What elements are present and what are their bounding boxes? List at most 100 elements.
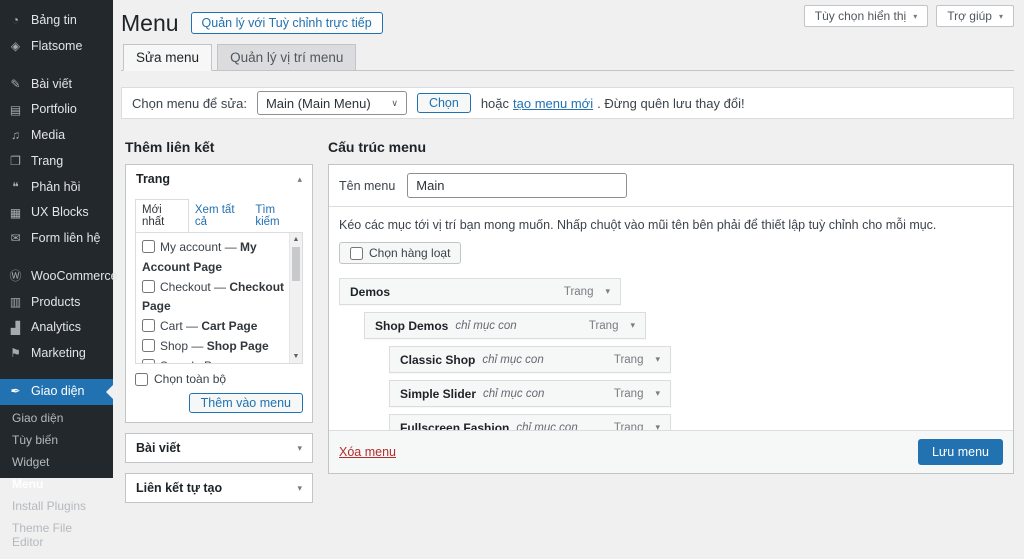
screen-options-button[interactable]: Tùy chọn hiển thị ▾ bbox=[804, 5, 928, 27]
products-box-icon: ▥ bbox=[8, 296, 23, 309]
select-all-row[interactable]: Chọn toàn bộ bbox=[135, 372, 303, 386]
tab-view-all[interactable]: Xem tất cả bbox=[189, 200, 249, 232]
appearance-submenu: Giao diện Tùy biến Widget Menu Install P… bbox=[0, 405, 113, 559]
page-checkbox-item[interactable]: Checkout — Checkout Page bbox=[142, 278, 286, 318]
sidebar-item-products[interactable]: ▥ Products bbox=[0, 290, 113, 316]
help-button[interactable]: Trợ giúp ▾ bbox=[936, 5, 1014, 27]
menu-structure-heading: Cấu trúc menu bbox=[328, 139, 1014, 155]
submenu-item-themes[interactable]: Giao diện bbox=[0, 407, 113, 429]
menu-item-fullscreen-fashion[interactable]: Fullscreen Fashion chỉ mục con Trang ▾ bbox=[389, 414, 671, 430]
add-to-menu-button[interactable]: Thêm vào menu bbox=[189, 393, 303, 413]
caret-down-icon: ▾ bbox=[297, 483, 302, 494]
sidebar-item-comments[interactable]: ❝ Phản hồi bbox=[0, 175, 113, 201]
tab-edit-menus[interactable]: Sửa menu bbox=[123, 44, 212, 71]
sidebar-item-pages[interactable]: ❐ Trang bbox=[0, 149, 113, 175]
sidebar-item-label: Flatsome bbox=[31, 40, 82, 54]
sidebar-item-label: UX Blocks bbox=[31, 206, 89, 220]
sidebar-item-flatsome[interactable]: ◈ Flatsome bbox=[0, 34, 113, 60]
sub-item-label: chỉ mục con bbox=[516, 422, 577, 431]
sidebar-item-analytics[interactable]: ▟ Analytics bbox=[0, 315, 113, 341]
sidebar-item-media[interactable]: ♫ Media bbox=[0, 123, 113, 149]
page-checkbox-item[interactable]: Cart — Cart Page bbox=[142, 317, 286, 337]
custom-links-accordion-title: Liên kết tự tạo bbox=[136, 481, 222, 495]
posts-pin-icon: ✎ bbox=[8, 78, 23, 91]
posts-accordion-title: Bài viết bbox=[136, 441, 180, 455]
sidebar-item-contact-form[interactable]: ✉ Form liên hệ bbox=[0, 226, 113, 252]
menu-name-input[interactable] bbox=[407, 173, 627, 198]
save-menu-button[interactable]: Lưu menu bbox=[918, 439, 1003, 465]
sidebar-item-label: Portfolio bbox=[31, 103, 77, 117]
select-menu-button[interactable]: Chọn bbox=[417, 93, 471, 113]
scrollbar-thumb[interactable] bbox=[292, 247, 300, 281]
menu-item-demos[interactable]: Demos Trang ▾ bbox=[339, 278, 621, 305]
select-all-checkbox[interactable] bbox=[135, 373, 148, 386]
page-checkbox-item[interactable]: Sample Page bbox=[142, 357, 286, 364]
submenu-item-customize[interactable]: Tùy biến bbox=[0, 429, 113, 451]
bulk-select-checkbox[interactable] bbox=[350, 247, 363, 260]
delete-menu-link[interactable]: Xóa menu bbox=[339, 445, 396, 459]
sidebar-item-appearance[interactable]: ✒ Giao diện bbox=[0, 379, 113, 405]
tab-most-recent[interactable]: Mới nhất bbox=[135, 199, 189, 233]
sidebar-item-posts[interactable]: ✎ Bài viết bbox=[0, 72, 113, 98]
page-checkbox[interactable] bbox=[142, 359, 155, 364]
menu-select[interactable]: Main (Main Menu) ∨ bbox=[257, 91, 407, 115]
menu-structure-column: Cấu trúc menu Tên menu Kéo các mục tới v… bbox=[328, 139, 1014, 474]
sidebar-item-dashboard[interactable]: ◔ Bảng tin bbox=[0, 8, 113, 34]
add-links-heading: Thêm liên kết bbox=[125, 139, 313, 155]
posts-accordion-header[interactable]: Bài viết ▾ bbox=[126, 434, 312, 462]
sidebar-item-marketing[interactable]: ⚑ Marketing bbox=[0, 341, 113, 367]
envelope-icon: ✉ bbox=[8, 232, 23, 245]
page-checkbox[interactable] bbox=[142, 240, 155, 253]
sidebar-item-label: Bảng tin bbox=[31, 14, 77, 28]
appearance-brush-icon: ✒ bbox=[8, 385, 23, 398]
list-scrollbar[interactable]: ▲ ▼ bbox=[289, 233, 302, 363]
pages-accordion-header[interactable]: Trang ▴ bbox=[126, 165, 312, 193]
caret-down-icon[interactable]: ▾ bbox=[655, 354, 660, 365]
page-checkbox[interactable] bbox=[142, 339, 155, 352]
page-checkbox-item[interactable]: Shop — Shop Page bbox=[142, 337, 286, 357]
tab-search[interactable]: Tìm kiếm bbox=[249, 200, 303, 232]
admin-sidebar: ◔ Bảng tin ◈ Flatsome ✎ Bài viết ▤ Portf… bbox=[0, 0, 113, 478]
sidebar-item-label: Marketing bbox=[31, 347, 86, 361]
help-label: Trợ giúp bbox=[947, 9, 992, 23]
menu-select-bar: Chọn menu để sửa: Main (Main Menu) ∨ Chọ… bbox=[121, 87, 1014, 119]
caret-down-icon: ▾ bbox=[297, 443, 302, 454]
menu-select-value: Main (Main Menu) bbox=[266, 96, 371, 111]
scroll-up-icon[interactable]: ▲ bbox=[290, 233, 302, 246]
caret-down-icon[interactable]: ▾ bbox=[630, 320, 635, 331]
scroll-down-icon[interactable]: ▼ bbox=[290, 350, 302, 363]
sidebar-item-label: Media bbox=[31, 129, 65, 143]
manage-with-customizer-button[interactable]: Quản lý với Tuỳ chỉnh trực tiếp bbox=[191, 12, 383, 34]
menu-name-row: Tên menu bbox=[329, 165, 1013, 207]
pages-accordion: Trang ▴ Mới nhất Xem tất cả Tìm kiếm My … bbox=[125, 164, 313, 423]
caret-down-icon: ▾ bbox=[999, 12, 1003, 21]
sidebar-item-label: Trang bbox=[31, 155, 63, 169]
caret-down-icon[interactable]: ▾ bbox=[655, 388, 660, 399]
page-checkbox[interactable] bbox=[142, 280, 155, 293]
caret-down-icon[interactable]: ▾ bbox=[655, 422, 660, 430]
sidebar-item-woocommerce[interactable]: Ⓦ WooCommerce bbox=[0, 264, 113, 290]
sidebar-item-ux-blocks[interactable]: ▦ UX Blocks bbox=[0, 200, 113, 226]
page-checkbox[interactable] bbox=[142, 319, 155, 332]
submenu-item-install-plugins[interactable]: Install Plugins bbox=[0, 495, 113, 517]
sidebar-item-label: WooCommerce bbox=[31, 270, 118, 284]
create-new-menu-link[interactable]: tạo menu mới bbox=[513, 96, 593, 111]
menu-item-type-label: Trang bbox=[564, 286, 594, 298]
tab-manage-locations[interactable]: Quản lý vị trí menu bbox=[217, 44, 356, 71]
menu-item-shop-demos[interactable]: Shop Demos chỉ mục con Trang ▾ bbox=[364, 312, 646, 339]
submenu-item-menus[interactable]: Menu bbox=[0, 473, 113, 495]
woocommerce-badge-icon: Ⓦ bbox=[8, 270, 23, 283]
menu-item-classic-shop[interactable]: Classic Shop chỉ mục con Trang ▾ bbox=[389, 346, 671, 373]
add-menu-items-column: Thêm liên kết Trang ▴ Mới nhất Xem tất c… bbox=[121, 139, 313, 503]
menu-panel-footer: Xóa menu Lưu menu bbox=[329, 430, 1013, 473]
page-label: Checkout — bbox=[160, 280, 229, 294]
page-checkbox-item[interactable]: My account — My Account Page bbox=[142, 238, 286, 278]
submenu-item-theme-file-editor[interactable]: Theme File Editor bbox=[0, 517, 113, 553]
bulk-select-toggle[interactable]: Chọn hàng loạt bbox=[339, 242, 461, 264]
menu-item-type-label: Trang bbox=[614, 388, 644, 400]
custom-links-accordion-header[interactable]: Liên kết tự tạo ▾ bbox=[126, 474, 312, 502]
menu-item-simple-slider[interactable]: Simple Slider chỉ mục con Trang ▾ bbox=[389, 380, 671, 407]
sidebar-item-portfolio[interactable]: ▤ Portfolio bbox=[0, 97, 113, 123]
submenu-item-widgets[interactable]: Widget bbox=[0, 451, 113, 473]
caret-down-icon[interactable]: ▾ bbox=[605, 286, 610, 297]
